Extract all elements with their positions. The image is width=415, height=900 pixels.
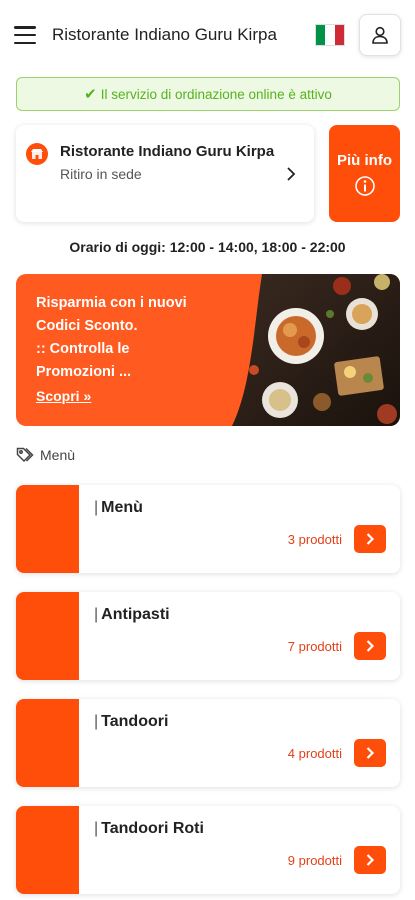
user-account-button[interactable] [359,14,401,56]
chevron-right-icon [366,640,375,652]
category-name: | Menù [94,499,143,516]
promo-text: Risparmia con i nuovi Codici Sconto. :: … [36,295,187,380]
app-header: Ristorante Indiano Guru Kirpa [0,0,415,70]
category-name: | Tandoori Roti [94,820,204,837]
category-image [16,485,79,573]
category-count: 4 prodotti [287,746,342,761]
store-icon [26,143,48,165]
discover-link[interactable]: Scopri » [36,388,91,404]
order-mode: Ritiro in sede [60,166,142,182]
tag-icon [16,447,34,463]
restaurant-card[interactable]: Ristorante Indiano Guru Kirpa Ritiro in … [16,125,314,222]
more-info-button[interactable]: Più info [329,125,400,222]
category-open-button[interactable] [354,739,386,767]
info-icon [354,176,375,196]
category-card-antipasti[interactable]: | Antipasti 7 prodotti [16,592,400,680]
chevron-right-icon [366,854,375,866]
italy-flag-icon[interactable] [315,24,345,46]
double-chevron-right-icon: » [83,388,92,404]
user-icon [372,26,388,44]
category-card-tandoori-roti[interactable]: | Tandoori Roti 9 prodotti [16,806,400,894]
restaurant-name: Ristorante Indiano Guru Kirpa [60,143,275,160]
category-card-tandoori[interactable]: | Tandoori 4 prodotti [16,699,400,787]
category-name: | Antipasti [94,606,170,623]
check-icon: ✔ [84,86,97,103]
category-open-button[interactable] [354,846,386,874]
category-count: 7 prodotti [287,639,342,654]
category-image [16,699,79,787]
category-count: 9 prodotti [287,853,342,868]
chevron-right-icon [366,747,375,759]
category-count: 3 prodotti [287,532,342,547]
menu-section-label: Menù [16,447,75,463]
category-image [16,592,79,680]
app-title: Ristorante Indiano Guru Kirpa [52,25,277,44]
online-ordering-status-banner: ✔ Il servizio di ordinazione online è at… [16,77,400,111]
status-text: Il servizio di ordinazione online è atti… [100,86,332,102]
category-image [16,806,79,894]
category-open-button[interactable] [354,632,386,660]
opening-hours: Orario di oggi: 12:00 - 14:00, 18:00 - 2… [69,239,346,255]
category-open-button[interactable] [354,525,386,553]
chevron-right-icon [287,166,296,181]
category-card-menu[interactable]: | Menù 3 prodotti [16,485,400,573]
menu-icon[interactable] [14,26,36,44]
promo-banner[interactable]: Risparmia con i nuovi Codici Sconto. :: … [16,274,400,426]
more-info-label: Più info [337,152,392,169]
chevron-right-icon [366,533,375,545]
food-photo [232,274,400,426]
category-name: | Tandoori [94,713,169,730]
